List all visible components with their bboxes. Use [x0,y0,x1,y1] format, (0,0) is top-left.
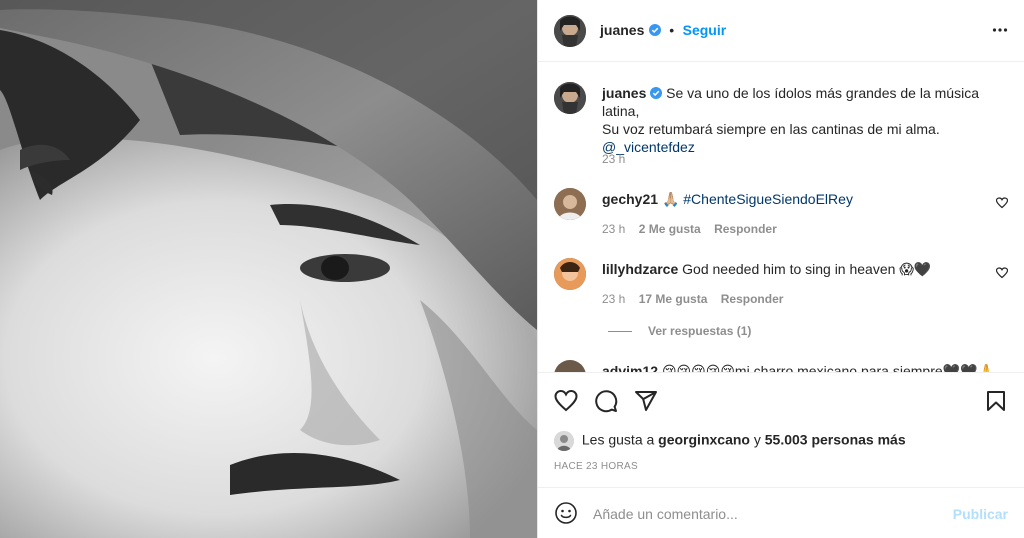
emoji-button[interactable] [554,501,578,530]
like-button[interactable] [554,389,578,418]
verified-badge-icon [650,87,663,99]
heart-icon [995,197,1009,209]
comment-emoji: 🙏🏼 [661,191,680,207]
add-comment-bar: Añade un comentario... Publicar [538,487,1024,538]
avatar-image [554,188,586,220]
avatar[interactable] [554,188,586,220]
smiley-icon [555,502,577,524]
like-comment-button[interactable] [995,266,1009,284]
portrait-image [0,0,537,538]
likes-prefix: Les gusta a [581,431,655,448]
view-replies-button[interactable]: Ver respuestas (1) [608,324,751,338]
more-options-button[interactable] [992,22,1008,43]
replies-divider [608,331,632,333]
view-replies-label: Ver respuestas (1) [648,324,752,338]
liker-avatar[interactable] [554,431,574,451]
liker-avatar-image [554,431,574,451]
comment-hashtag-link[interactable]: #ChenteSigueSiendoElRey [683,191,853,207]
comments-list[interactable]: juanes Se va uno de los ídolos más grand… [538,62,1024,372]
username[interactable]: juanes [600,22,644,38]
avatar-image [554,82,586,114]
comment-username[interactable]: lillyhdzarce [602,261,678,277]
comment-emoji: 😱🖤 [899,261,932,277]
heart-icon [554,389,578,412]
save-button[interactable] [984,389,1008,418]
comment-time[interactable]: 23 h [602,292,625,306]
post-timestamp[interactable]: HACE 23 HORAS [554,461,638,472]
likes-mid: y [753,431,761,448]
caption-time[interactable]: 23 h [602,152,625,166]
heart-icon [995,267,1009,279]
like-comment-button[interactable] [995,196,1009,214]
reply-button[interactable]: Responder [714,222,777,236]
avatar[interactable] [554,15,586,47]
comment-likes[interactable]: 2 Me gusta [639,222,701,236]
verified-badge-icon [648,24,661,36]
avatar-image [554,258,586,290]
caption-username[interactable]: juanes [602,85,646,101]
bookmark-icon [987,391,1005,411]
post-photo[interactable] [0,0,537,538]
post-actions: Les gusta a georginxcano y 55.003 person… [538,372,1024,487]
avatar-image [554,15,586,47]
comment-username[interactable]: advim12 [602,363,658,372]
comment-username[interactable]: gechy21 [602,191,658,207]
avatar[interactable] [554,82,586,114]
comment-input[interactable]: Añade un comentario... [593,506,738,522]
comment-item: lillyhdzarce God needed him to sing in h… [554,258,1009,358]
caption-text-line2: Su voz retumbará siempre en las cantinas… [602,121,940,137]
likes-summary: Les gusta a georginxcano y 55.003 person… [554,431,906,451]
share-button[interactable] [634,389,658,418]
comment-text: 😢😢😢😢😢mi charro mexicano para siempre🖤🖤🙏 [661,363,995,372]
follow-button[interactable]: Seguir [683,22,727,38]
liker-username[interactable]: georginxcano [658,432,750,448]
avatar[interactable] [554,360,586,372]
avatar[interactable] [554,258,586,290]
comment-button[interactable] [594,389,618,418]
comment-item: advim12 😢😢😢😢😢mi charro mexicano para sie… [554,360,1008,372]
comment-time[interactable]: 23 h [602,222,625,236]
publish-button[interactable]: Publicar [953,506,1008,522]
send-icon [635,391,657,411]
likes-count[interactable]: 55.003 personas más [765,432,906,448]
comment-item: gechy21 🙏🏼 #ChenteSigueSiendoElRey 23 h … [554,188,1009,248]
comment-likes[interactable]: 17 Me gusta [639,292,708,306]
more-horizontal-icon [992,28,1008,32]
comment-icon [595,390,618,413]
reply-button[interactable]: Responder [721,292,784,306]
post-sidebar: juanes • Seguir juanes Se va uno de los … [537,0,1024,538]
post-header: juanes • Seguir [538,0,1024,62]
comment-text: God needed him to sing in heaven [682,261,896,277]
separator-dot: • [669,22,675,38]
